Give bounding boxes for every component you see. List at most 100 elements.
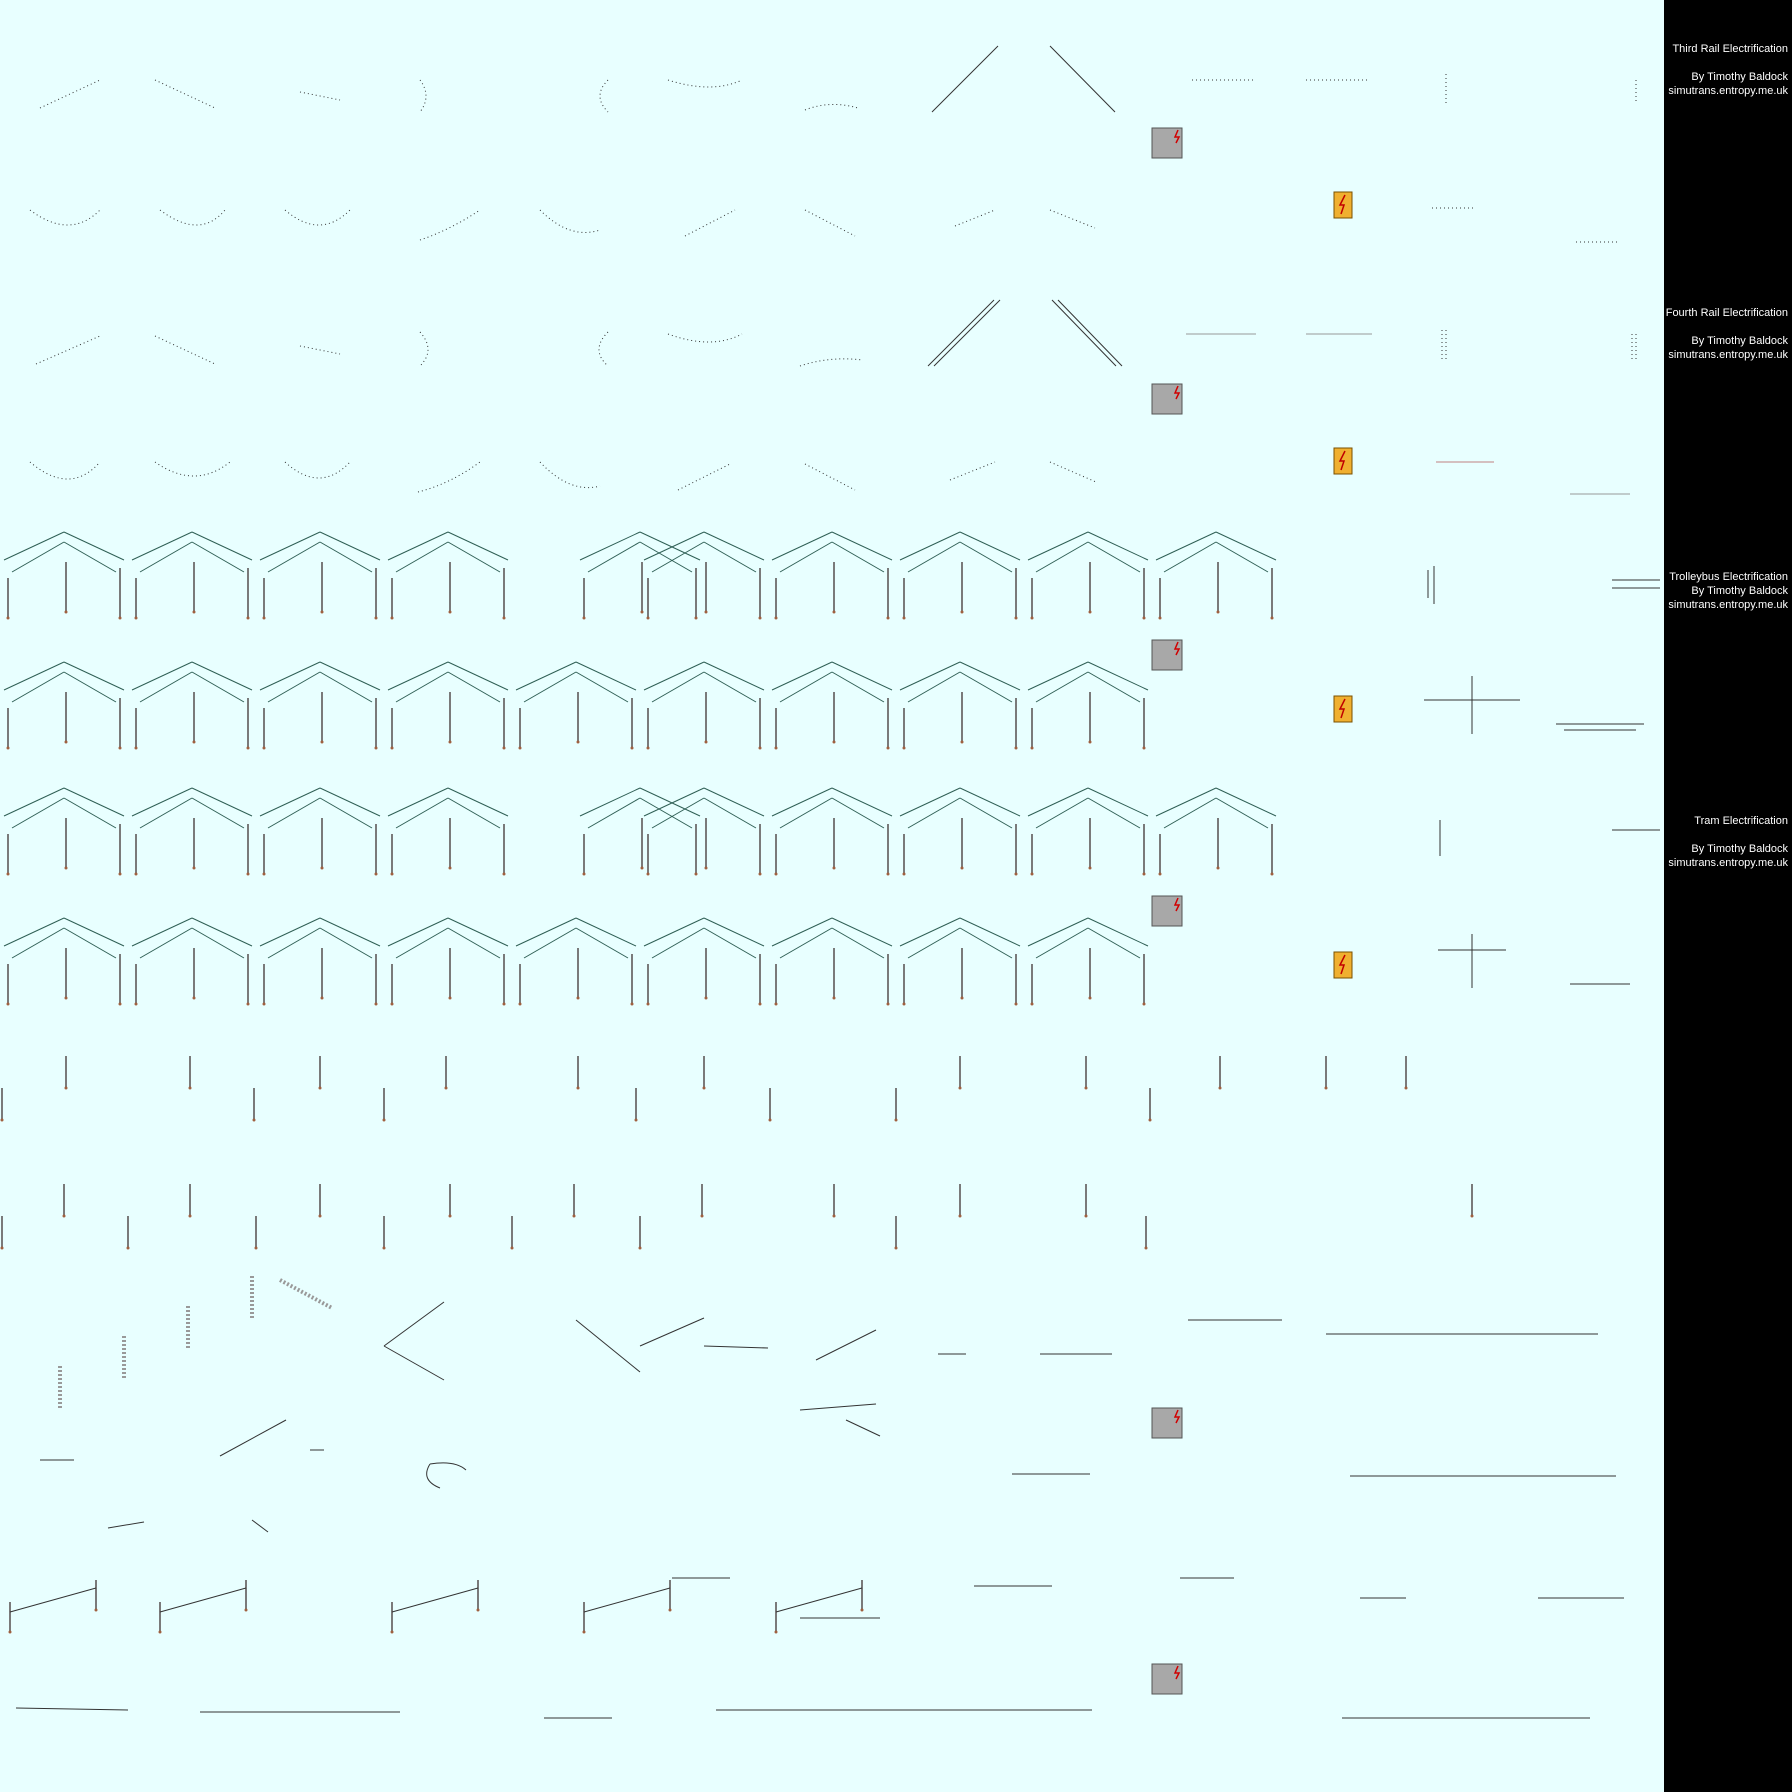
mast-base	[64, 1086, 68, 1090]
contact-wire	[703, 797, 757, 829]
contact-wire	[191, 671, 245, 703]
mast-base	[158, 1630, 162, 1634]
catenary-beam	[899, 531, 961, 561]
third-rail-segment	[677, 463, 731, 491]
mast-base	[134, 746, 138, 750]
credit-title: Tram Electrification	[1694, 815, 1788, 827]
contact-wire	[907, 541, 961, 573]
mast-base	[374, 746, 378, 750]
catenary-beam	[3, 917, 65, 947]
catenary-beam	[515, 661, 577, 691]
mast-base	[1270, 872, 1274, 876]
catenary-beam	[447, 661, 509, 691]
credit-title: Third Rail Electrification	[1672, 43, 1788, 55]
catenary-beam	[899, 787, 961, 817]
third-rail-curve	[284, 209, 351, 226]
mast-base	[1088, 996, 1092, 1000]
catenary-beam	[579, 531, 641, 561]
credit-author: By Timothy Baldock	[1691, 335, 1788, 347]
mast-base	[774, 1630, 778, 1634]
mast-base	[774, 1002, 778, 1006]
contact-wire	[139, 541, 193, 573]
contact-wire	[1087, 671, 1141, 703]
third-rail-segment	[35, 335, 101, 365]
catenary-beam	[387, 917, 449, 947]
catenary-beam	[643, 917, 705, 947]
contact-wire	[191, 927, 245, 959]
portal-beam	[583, 1587, 671, 1613]
mast-base	[192, 740, 196, 744]
contact-wire	[575, 671, 629, 703]
mast-base	[518, 746, 522, 750]
portal-beam	[391, 1587, 479, 1613]
catenary-beam	[191, 661, 253, 691]
credit-trolleybus: Trolleybus Electrification By Timothy Ba…	[1668, 570, 1788, 612]
catenary-beam	[771, 531, 833, 561]
contact-wire	[395, 671, 449, 703]
mast-base	[646, 1002, 650, 1006]
catenary-beam	[387, 787, 449, 817]
contact-wire	[651, 541, 705, 573]
catenary-beam	[959, 917, 1021, 947]
third-rail-segment	[804, 463, 856, 491]
credit-tram: Tram Electrification By Timothy Baldock …	[1668, 814, 1788, 870]
contact-wire	[959, 927, 1013, 959]
catenary-beam	[899, 661, 961, 691]
catenary-beam	[387, 531, 449, 561]
catenary-beam	[1027, 787, 1089, 817]
mast-base	[694, 616, 698, 620]
credit-author: By Timothy Baldock	[1691, 843, 1788, 855]
catenary-beam	[575, 661, 637, 691]
contact-wire	[703, 541, 757, 573]
contact-wire	[319, 671, 373, 703]
mast-base	[704, 996, 708, 1000]
third-rail-curve	[417, 461, 481, 493]
mast-base	[902, 746, 906, 750]
contact-wire	[139, 797, 193, 829]
mast-base	[1158, 616, 1162, 620]
mast-base	[188, 1086, 192, 1090]
contact-wire	[959, 797, 1013, 829]
mast-base	[126, 1246, 130, 1250]
credits-panel: Third Rail Electrification By Timothy Ba…	[1664, 0, 1792, 1792]
catenary-beam	[1087, 531, 1149, 561]
catenary-beam	[515, 917, 577, 947]
mast-base	[252, 1118, 256, 1122]
third-rail-segment	[1049, 461, 1097, 483]
third-rail-curve	[804, 104, 859, 111]
catenary-beam	[639, 787, 701, 817]
contact-wire	[63, 797, 117, 829]
mast-base	[1216, 610, 1220, 614]
mast-base	[1144, 1246, 1148, 1250]
catenary-beam	[703, 531, 765, 561]
mast-base	[192, 996, 196, 1000]
contact-wire	[639, 541, 693, 573]
fourth-rail-ramp	[927, 299, 995, 367]
mast-base	[640, 866, 644, 870]
mast-base	[960, 740, 964, 744]
mast-base	[758, 872, 762, 876]
catenary-beam	[63, 661, 125, 691]
mast-base	[774, 746, 778, 750]
mast-base	[254, 1246, 258, 1250]
catenary-beam	[831, 531, 893, 561]
contact-wire	[11, 671, 65, 703]
catenary-beam	[319, 661, 381, 691]
mast-base	[374, 1002, 378, 1006]
cable-hook	[426, 1462, 467, 1489]
mast-base	[758, 616, 762, 620]
catenary-beam	[131, 661, 193, 691]
mast-base	[262, 616, 266, 620]
fourth-rail-ramp	[933, 299, 1001, 367]
catenary-beam	[771, 787, 833, 817]
catenary-beam	[1215, 531, 1277, 561]
mast-base	[246, 1002, 250, 1006]
contact-wire	[63, 541, 117, 573]
mast-base	[886, 872, 890, 876]
credit-url: simutrans.entropy.me.uk	[1668, 857, 1788, 869]
mast-base	[246, 746, 250, 750]
mast-base	[860, 1608, 864, 1612]
contact-wire	[703, 927, 757, 959]
bracket-arm	[383, 1301, 445, 1347]
mast-base	[902, 872, 906, 876]
